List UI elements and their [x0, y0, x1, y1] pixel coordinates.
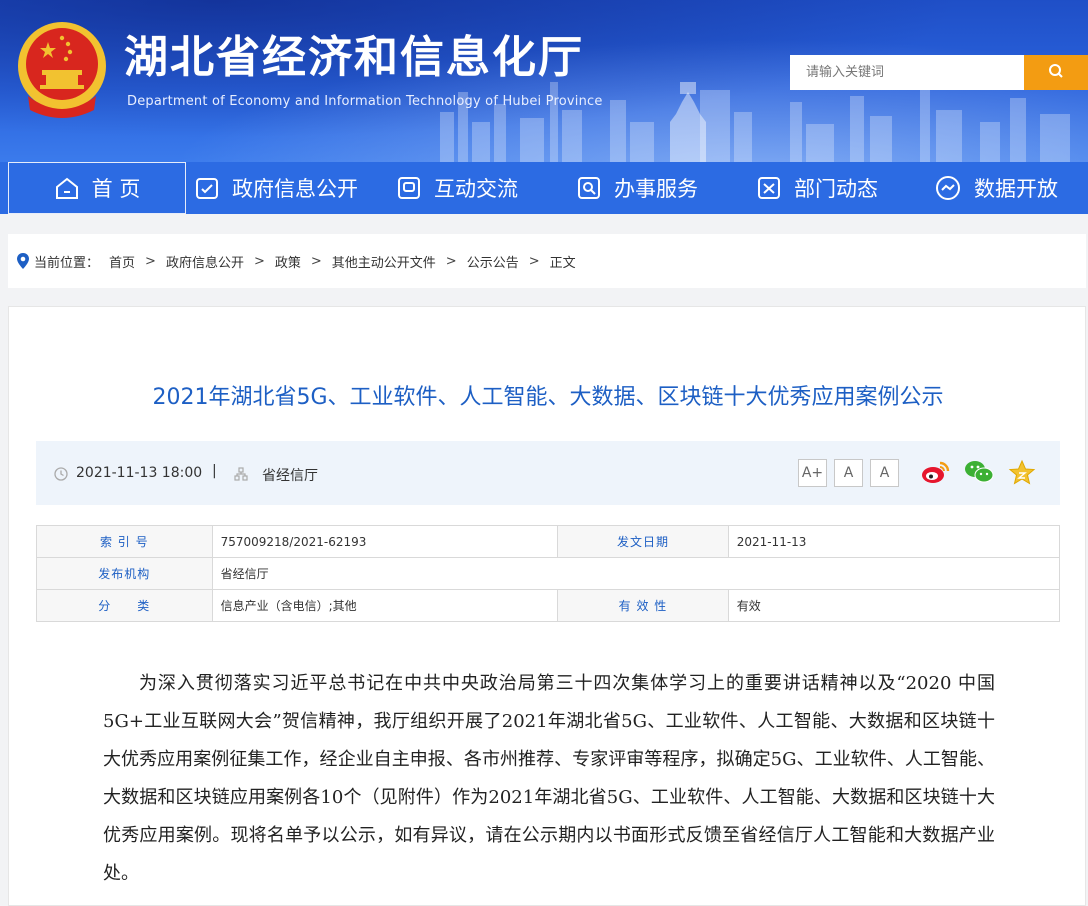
breadcrumb-gov-info[interactable]: 政府信息公开	[166, 252, 244, 271]
font-button-label: A	[879, 465, 890, 481]
data-icon	[936, 176, 960, 200]
home-icon	[55, 177, 78, 199]
breadcrumb-separator: >	[145, 253, 156, 269]
organization-icon	[234, 467, 248, 481]
info-value: 信息产业（含电信）;其他	[211, 589, 559, 622]
document-info-table: 索 引 号 757009218/2021-62193 发文日期 2021-11-…	[36, 525, 1061, 622]
nav-item-gov-info[interactable]: 政府信息公开	[194, 162, 358, 214]
breadcrumb-notices[interactable]: 公示公告	[467, 252, 519, 271]
info-key: 索 引 号	[36, 525, 213, 558]
table-row: 分 类 信息产业（含电信）;其他 有 效 性 有效	[36, 589, 1061, 622]
breadcrumb-other-files[interactable]: 其他主动公开文件	[332, 252, 436, 271]
publish-source: 省经信厅	[262, 468, 318, 484]
nav-label: 数据开放	[974, 177, 1058, 201]
nav-item-interaction[interactable]: 互动交流	[396, 162, 518, 214]
info-key: 发布机构	[36, 557, 213, 590]
nav-item-services[interactable]: 办事服务	[576, 162, 698, 214]
info-value: 2021-11-13	[727, 525, 1061, 558]
nav-label: 政府信息公开	[232, 177, 358, 201]
nav-item-home[interactable]: 首 页	[8, 162, 186, 214]
font-button-label: A	[843, 465, 854, 481]
nav-label: 办事服务	[614, 177, 698, 201]
document-check-icon	[196, 178, 218, 199]
info-key: 分 类	[36, 589, 213, 622]
national-emblem-logo	[18, 22, 106, 118]
breadcrumb-label: 当前位置：	[34, 255, 100, 271]
article-title: 2021年湖北省5G、工业软件、人工智能、大数据、区块链十大优秀应用案例公示	[152, 385, 944, 410]
location-pin-icon	[17, 253, 29, 269]
font-size-decrease-button[interactable]: A	[870, 459, 899, 487]
site-header: 湖北省经济和信息化厅 Department of Economy and Inf…	[0, 0, 1088, 162]
search-input[interactable]	[790, 55, 1024, 90]
font-size-default-button[interactable]: A	[834, 459, 863, 487]
breadcrumb-separator: >	[310, 253, 322, 269]
breadcrumb-policy[interactable]: 政策	[275, 252, 301, 271]
table-row: 索 引 号 757009218/2021-62193 发文日期 2021-11-…	[36, 525, 1061, 558]
article-body-paragraph: 为深入贯彻落实习近平总书记在中共中央政治局第三十四次集体学习上的重要讲话精神以及…	[103, 673, 995, 884]
publish-date: 2021-11-13 18:00	[76, 465, 203, 481]
breadcrumb-separator: >	[528, 253, 540, 269]
nav-item-department-news[interactable]: 部门动态	[756, 162, 878, 214]
favorite-star-icon[interactable]	[1008, 459, 1036, 485]
nav-item-open-data[interactable]: 数据开放	[934, 162, 1058, 214]
nav-label: 互动交流	[434, 177, 518, 201]
site-subtitle: Department of Economy and Information Te…	[127, 94, 603, 109]
info-value: 757009218/2021-62193	[211, 525, 559, 558]
info-key: 发文日期	[557, 525, 729, 558]
wechat-icon[interactable]	[964, 459, 994, 485]
article-container: 2021年湖北省5G、工业软件、人工智能、大数据、区块链十大优秀应用案例公示 2…	[8, 306, 1086, 906]
info-value: 有效	[727, 589, 1061, 622]
weibo-icon[interactable]	[920, 459, 950, 485]
breadcrumb-separator: >	[445, 253, 457, 269]
clock-icon	[54, 467, 68, 481]
news-icon	[758, 177, 780, 199]
info-key: 有 效 性	[557, 589, 729, 622]
font-button-label: A+	[801, 465, 824, 481]
search-button[interactable]	[1024, 55, 1088, 90]
article-meta-bar: 2021-11-13 18:00 | 省经信厅 A+ A A	[36, 441, 1060, 505]
info-value: 省经信厅	[211, 557, 1061, 590]
breadcrumb-current: 正文	[549, 255, 576, 271]
nav-label: 部门动态	[794, 177, 878, 201]
search-icon	[1049, 64, 1063, 78]
site-title: 湖北省经济和信息化厅	[124, 32, 584, 83]
meta-divider: |	[212, 463, 217, 479]
breadcrumb: 当前位置： 首页 > 政府信息公开 > 政策 > 其他主动公开文件 > 公示公告 > 正文	[8, 234, 1086, 288]
main-nav: 首 页 政府信息公开 互动交流 办事服务 部门动态 数据开放	[0, 162, 1088, 214]
font-size-increase-button[interactable]: A+	[798, 459, 827, 487]
breadcrumb-home[interactable]: 首页	[109, 252, 135, 271]
service-search-icon	[578, 177, 600, 199]
nav-label: 首 页	[91, 177, 141, 201]
table-row: 发布机构 省经信厅	[36, 557, 1061, 590]
chat-icon	[398, 177, 420, 199]
breadcrumb-separator: >	[253, 253, 265, 269]
